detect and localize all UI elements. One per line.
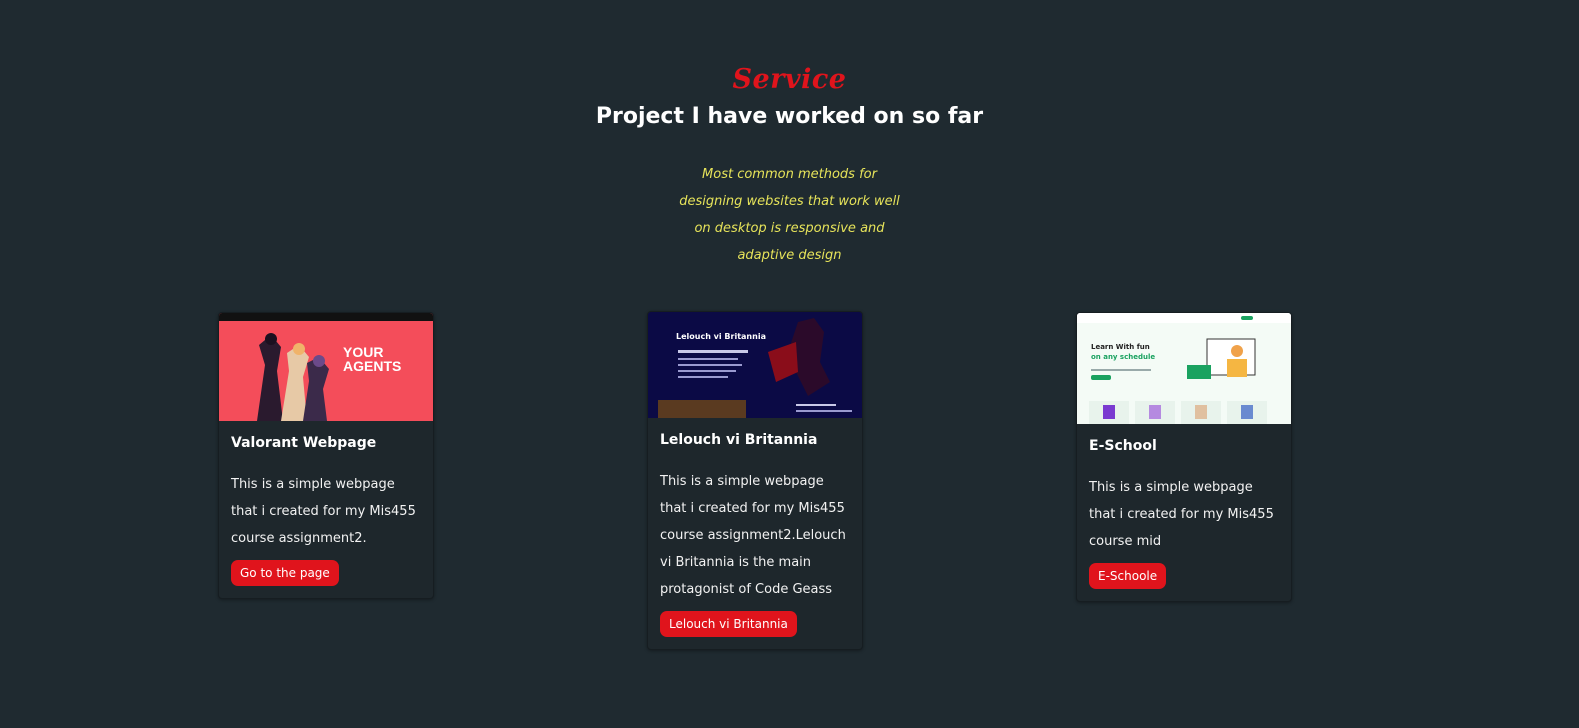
section-kicker: Service bbox=[732, 64, 847, 95]
section-tagline-wrap: Most common methods for designing websit… bbox=[0, 161, 1579, 269]
go-to-page-button[interactable]: Go to the page bbox=[231, 560, 339, 586]
card-title: E-School bbox=[1089, 438, 1157, 454]
card-body: Lelouch vi Britannia This is a simple we… bbox=[648, 418, 862, 649]
card-title: Valorant Webpage bbox=[231, 435, 377, 451]
lelouch-button[interactable]: Lelouch vi Britannia bbox=[660, 611, 797, 637]
section-heading: Project I have worked on so far bbox=[595, 104, 984, 129]
eschool-illustration bbox=[1077, 313, 1291, 424]
eschool-button[interactable]: E-Schoole bbox=[1089, 563, 1167, 589]
lelouch-illustration bbox=[658, 318, 852, 418]
project-card-valorant: YOUR AGENTS Valorant Webpage This is a s… bbox=[218, 312, 434, 599]
card-body: Valorant Webpage This is a simple webpag… bbox=[219, 421, 433, 598]
section-header: Service Project I have worked on so far bbox=[0, 60, 1579, 134]
card-description: This is a simple webpage that i created … bbox=[231, 477, 416, 546]
project-card-eschool: Learn With fun on any schedule E-School … bbox=[1076, 312, 1292, 602]
card-body: E-School This is a simple webpage that i… bbox=[1077, 424, 1291, 601]
project-thumbnail-lelouch: Lelouch vi Britannia bbox=[648, 312, 862, 418]
card-description: This is a simple webpage that i created … bbox=[660, 474, 846, 597]
thumbnail-navbar bbox=[219, 313, 433, 321]
project-card-lelouch: Lelouch vi Britannia Lelouch vi Britanni… bbox=[647, 311, 863, 650]
section-tagline: Most common methods for designing websit… bbox=[679, 167, 900, 263]
project-thumbnail-eschool: Learn With fun on any schedule bbox=[1077, 313, 1291, 424]
thumbnail-heading: YOUR AGENTS bbox=[343, 344, 402, 374]
project-thumbnail-valorant: YOUR AGENTS bbox=[219, 313, 433, 421]
card-description: This is a simple webpage that i created … bbox=[1089, 480, 1274, 549]
agents-illustration bbox=[257, 333, 329, 421]
card-title: Lelouch vi Britannia bbox=[660, 432, 818, 448]
